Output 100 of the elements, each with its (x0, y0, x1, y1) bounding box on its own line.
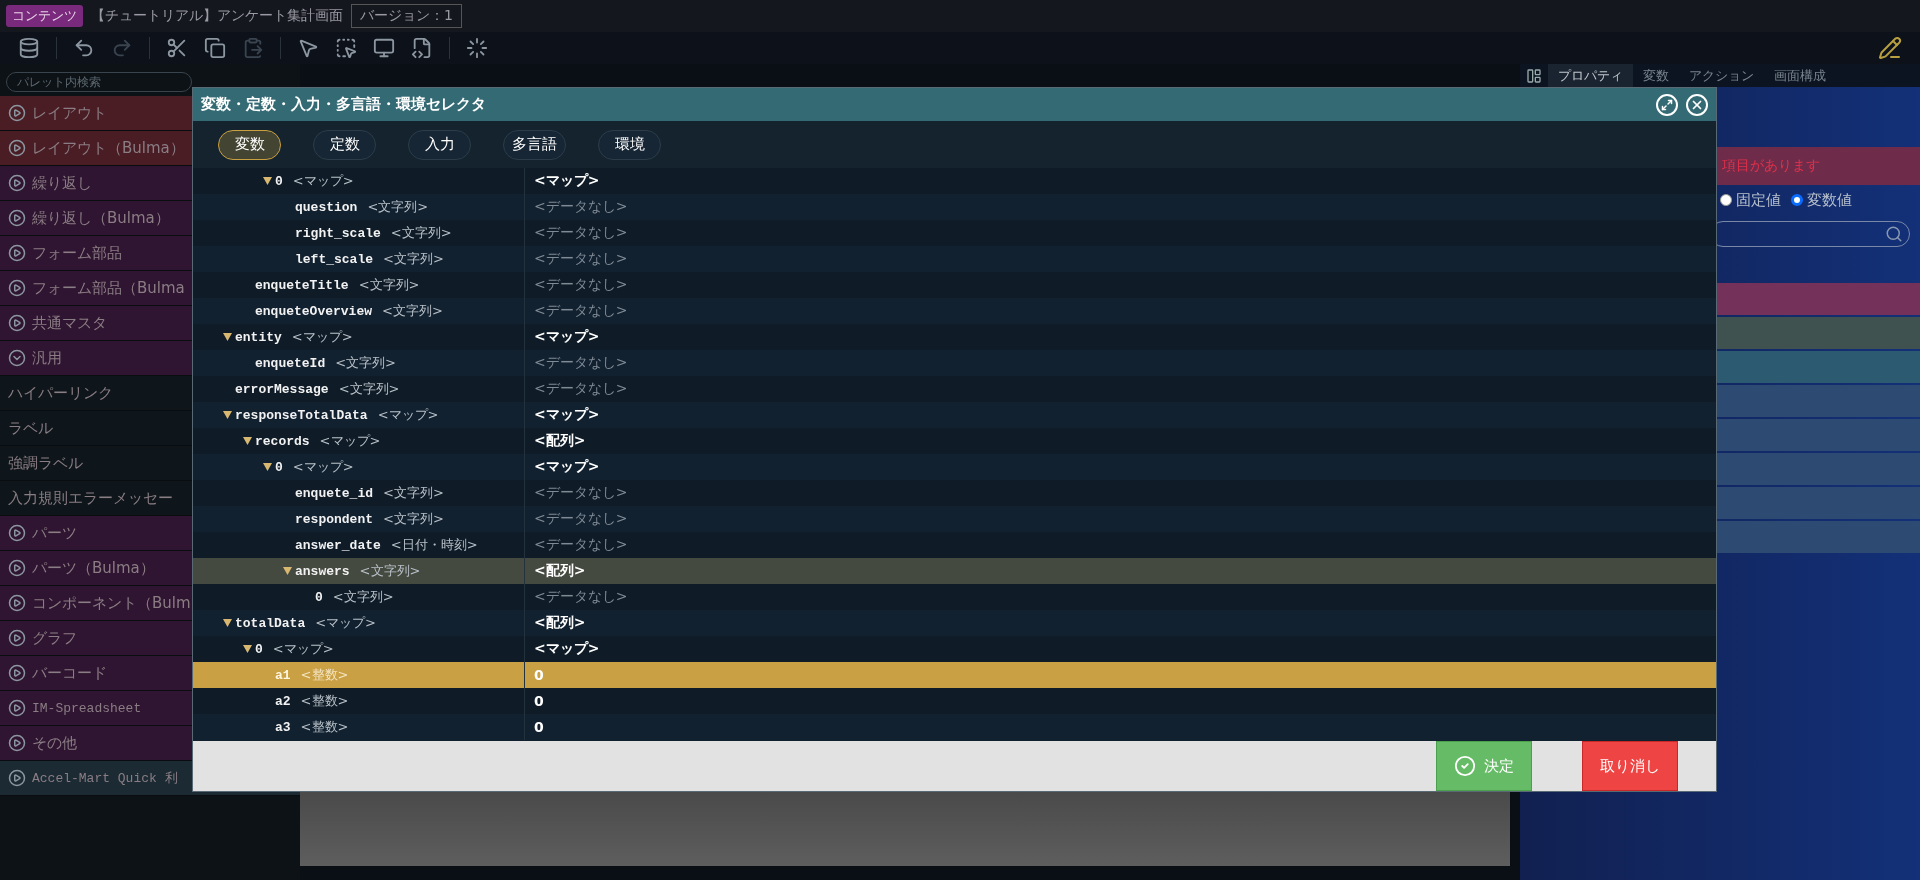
variable-value: <データなし> (534, 588, 628, 606)
maximize-button[interactable] (1656, 93, 1678, 116)
play-icon (8, 279, 26, 297)
variable-value: <マップ> (534, 458, 600, 476)
variable-type: <整数> (300, 718, 349, 736)
variable-type: <日付・時刻> (390, 536, 478, 554)
radio-option[interactable]: 変数値 (1791, 190, 1852, 210)
variable-value: <データなし> (534, 224, 628, 242)
radio-option[interactable]: 固定値 (1720, 190, 1781, 210)
play-icon (8, 314, 26, 332)
variable-value: <データなし> (534, 380, 628, 398)
variable-name: a2 (275, 693, 291, 709)
selector-tab[interactable]: 環境 (598, 129, 661, 160)
triangle-down-icon[interactable] (263, 176, 272, 185)
variable-value: <マップ> (534, 406, 600, 424)
variable-type: <文字列> (335, 354, 396, 372)
screen-title: 【チュートリアル】アンケート集計画面 (91, 7, 343, 25)
variable-type: <文字列> (383, 484, 444, 502)
triangle-down-icon[interactable] (223, 332, 232, 341)
play-icon (8, 769, 26, 787)
tree-row[interactable]: enqueteTitle <文字列> <データなし> (193, 272, 1716, 298)
tree-row[interactable]: 0 <マップ> <マップ> (193, 168, 1716, 194)
copy-icon[interactable] (204, 37, 226, 59)
variable-value: <データなし> (534, 484, 628, 502)
scissors-icon[interactable] (166, 37, 188, 59)
triangle-down-icon[interactable] (223, 410, 232, 419)
play-icon (8, 524, 26, 542)
tree-row[interactable]: entity <マップ> <マップ> (193, 324, 1716, 350)
tree-row[interactable]: records <マップ> <配列> (193, 428, 1716, 454)
selector-tab[interactable]: 変数 (218, 129, 281, 160)
select-area-icon[interactable] (335, 37, 357, 59)
selector-tab[interactable]: 多言語 (503, 129, 566, 160)
tree-row[interactable]: a2 <整数> 0 (193, 688, 1716, 714)
monitor-icon[interactable] (373, 37, 395, 59)
variable-name: 0 (255, 641, 263, 657)
variable-name: 0 (275, 459, 283, 475)
selector-tab[interactable]: 定数 (313, 129, 376, 160)
panel-tab[interactable]: アクション (1679, 64, 1764, 87)
triangle-down-icon[interactable] (263, 462, 272, 471)
play-icon (8, 699, 26, 717)
variable-type: <文字列> (332, 588, 394, 606)
variable-value: 0 (534, 693, 544, 709)
code-file-icon[interactable] (411, 37, 433, 59)
play-icon (8, 734, 26, 752)
radio-label: 変数値 (1807, 190, 1852, 210)
play-icon (8, 559, 26, 577)
check-icon (1454, 755, 1476, 777)
radio-label: 固定値 (1736, 190, 1781, 210)
cancel-button[interactable]: 取り消し (1582, 741, 1678, 791)
triangle-down-icon[interactable] (243, 644, 252, 653)
search-icon (1885, 225, 1903, 243)
triangle-down-icon[interactable] (223, 618, 232, 627)
content-badge: コンテンツ (6, 5, 83, 27)
tree-row[interactable]: right_scale <文字列> <データなし> (193, 220, 1716, 246)
variable-value: 0 (534, 667, 544, 683)
panel-tab[interactable]: 画面構成 (1764, 64, 1836, 87)
variable-value: 0 (534, 719, 544, 735)
variable-type: <整数> (300, 692, 349, 710)
tree-row[interactable]: 0 <マップ> <マップ> (193, 636, 1716, 662)
variable-value: <配列> (534, 432, 586, 450)
variable-value: <配列> (534, 614, 586, 632)
tree-row[interactable]: answers <文字列> <配列> (193, 558, 1716, 584)
chevron-down-icon (8, 349, 26, 367)
variable-value: <データなし> (534, 276, 628, 294)
panel-tab[interactable]: プロパティ (1548, 64, 1633, 87)
variable-value: <マップ> (534, 328, 600, 346)
palette-search-field[interactable]: パレット内検索 (6, 72, 192, 92)
tree-row[interactable]: answer_date <日付・時刻> <データなし> (193, 532, 1716, 558)
selector-tab[interactable]: 入力 (408, 129, 471, 160)
variable-type: <文字列> (383, 250, 444, 268)
variable-name: 0 (275, 173, 283, 189)
variable-type: <文字列> (382, 302, 443, 320)
triangle-down-icon[interactable] (243, 436, 252, 445)
variable-value: <配列> (534, 562, 586, 580)
tree-row[interactable]: errorMessage <文字列> <データなし> (193, 376, 1716, 402)
pencil-icon[interactable] (1878, 36, 1902, 60)
variable-value: <マップ> (534, 640, 600, 658)
spinner-icon[interactable] (466, 37, 488, 59)
play-icon (8, 594, 26, 612)
close-button[interactable] (1686, 93, 1708, 116)
variable-name: a1 (275, 667, 291, 683)
panel-tab[interactable]: 変数 (1633, 64, 1679, 87)
undo-icon[interactable] (73, 37, 95, 59)
database-icon[interactable] (18, 37, 40, 59)
variable-type: <整数> (300, 666, 349, 684)
variable-type: <文字列> (359, 562, 421, 580)
variable-value: <データなし> (534, 510, 628, 528)
play-icon (8, 629, 26, 647)
play-icon (8, 139, 26, 157)
play-icon (8, 209, 26, 227)
tree-row[interactable]: enquete_id <文字列> <データなし> (193, 480, 1716, 506)
variable-type: <マップ> (377, 406, 439, 424)
variable-type: <文字列> (367, 198, 429, 216)
tree-row[interactable]: 0 <文字列> <データなし> (193, 584, 1716, 610)
play-icon (8, 174, 26, 192)
triangle-down-icon[interactable] (283, 566, 292, 575)
play-icon (8, 104, 26, 122)
variable-type: <マップ> (319, 432, 381, 450)
variable-type: <文字列> (383, 510, 444, 528)
pointer-icon[interactable] (297, 37, 319, 59)
